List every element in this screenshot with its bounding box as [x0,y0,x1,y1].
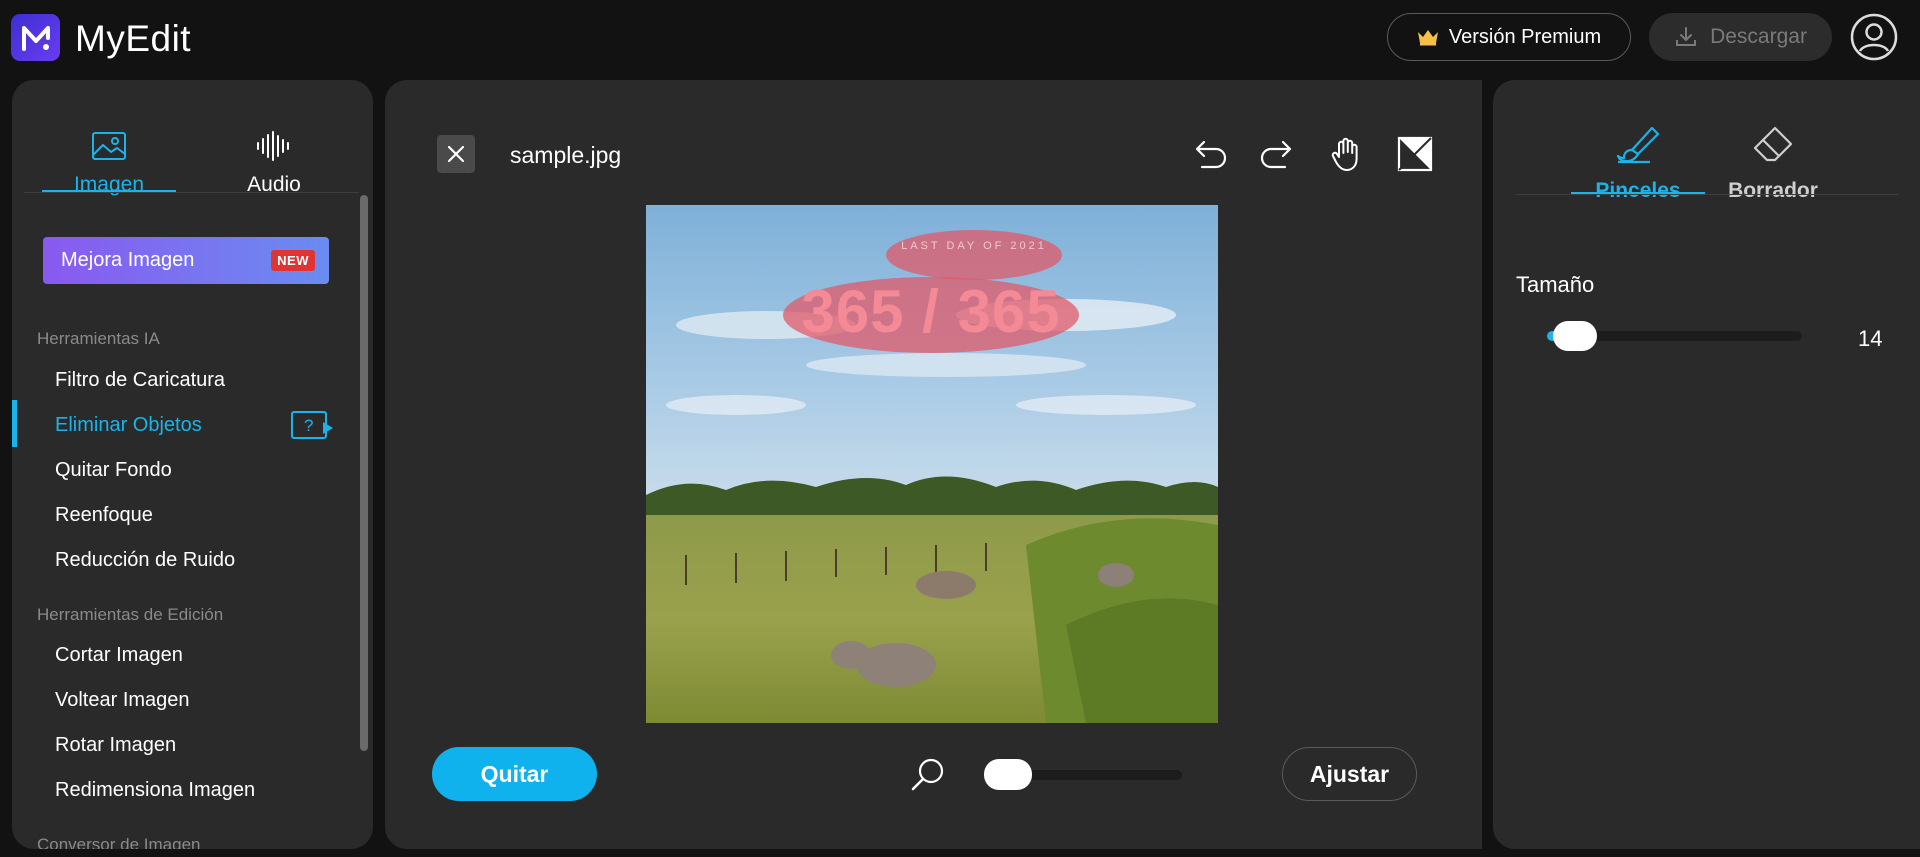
video-help-icon[interactable]: ? [290,410,334,440]
active-item-indicator [12,400,17,447]
photo-canvas[interactable]: LAST DAY OF 2021 365 / 365 [646,205,1218,723]
top-bar: MyEdit Versión Premium Descargar [0,0,1920,78]
zoom-icon [911,758,944,791]
section-title-edicion: Herramientas de Edición [37,605,224,624]
file-name: sample.jpg [510,142,622,168]
menu-item-rotar-imagen[interactable]: Rotar Imagen [55,734,176,757]
redo-icon [1260,140,1292,169]
svg-text:?: ? [304,416,313,435]
premium-label: Versión Premium [1448,25,1602,48]
undo-icon [1195,140,1227,169]
download-button[interactable]: Descargar [1649,13,1832,61]
brush-tab-divider [1516,194,1899,195]
zoom-slider-handle[interactable] [984,759,1032,790]
download-label: Descargar [1710,25,1807,48]
scrollbar-thumb[interactable] [360,195,368,751]
tab-pinceles[interactable]: Pinceles [1571,102,1705,202]
user-avatar-icon[interactable] [1850,13,1898,61]
undo-button[interactable] [1190,134,1230,174]
menu-item-quitar-fondo[interactable]: Quitar Fondo [55,459,172,482]
remove-objects-button[interactable]: Quitar [432,747,597,801]
tab-audio-label: Audio [247,173,301,196]
menu-item-eliminar-objetos[interactable]: Eliminar Objetos [55,414,202,437]
pan-button[interactable] [1326,134,1366,174]
mejora-imagen-button[interactable]: Mejora Imagen NEW [43,237,329,284]
new-badge: NEW [271,250,315,271]
tab-imagen-label: Imagen [73,173,145,196]
menu-item-reduccion-ruido[interactable]: Reducción de Ruido [55,549,235,572]
audio-waveform-icon [257,131,289,161]
tools-sidebar: Imagen Audio Mejora Imagen NEW Herramien… [12,80,373,849]
tab-imagen[interactable]: Imagen [42,104,176,196]
compare-icon [1397,136,1433,172]
myedit-logo-icon[interactable] [11,14,60,61]
section-title-ia: Herramientas IA [37,329,160,348]
tab-pinceles-label: Pinceles [1595,179,1681,202]
sidebar-scrollbar[interactable] [360,195,368,831]
menu-item-filtro-caricatura[interactable]: Filtro de Caricatura [55,369,225,392]
tab-borrador-label: Borrador [1728,179,1818,202]
brush-size-slider-handle[interactable] [1553,321,1597,351]
photo-caption-small: LAST DAY OF 2021 [901,240,1047,252]
download-icon [1676,27,1697,46]
brush-size-label: Tamaño [1516,272,1595,297]
hand-pan-icon [1331,137,1358,171]
menu-item-cortar-imagen[interactable]: Cortar Imagen [55,644,183,667]
crown-icon [1417,30,1438,46]
section-title-conversor: Conversor de Imagen [37,835,201,849]
brush-size-value: 14 [1858,326,1883,351]
menu-item-voltear-imagen[interactable]: Voltear Imagen [55,689,190,712]
photo-caption-big: 365 / 365 [801,278,1061,345]
editor-panel: sample.jpg LAST DAY OF 2021 365 / 365 Qu… [385,80,1482,849]
tab-borrador[interactable]: Borrador [1706,102,1840,202]
compare-button[interactable] [1395,134,1435,174]
tab-divider [24,192,359,193]
app-name[interactable]: MyEdit [75,18,191,60]
close-button[interactable] [437,135,475,173]
image-icon [92,132,126,160]
close-icon [447,145,465,163]
fit-button[interactable]: Ajustar [1282,747,1417,801]
premium-button[interactable]: Versión Premium [1387,13,1631,61]
menu-item-redimensiona-imagen[interactable]: Redimensiona Imagen [55,779,255,802]
brush-panel: Pinceles Borrador Tamaño 14 [1493,80,1920,849]
brush-icon [1616,126,1660,164]
menu-item-reenfoque[interactable]: Reenfoque [55,504,153,527]
eraser-icon [1753,126,1793,162]
mejora-imagen-label: Mejora Imagen [61,249,195,271]
tab-audio[interactable]: Audio [207,104,341,196]
redo-button[interactable] [1257,134,1297,174]
